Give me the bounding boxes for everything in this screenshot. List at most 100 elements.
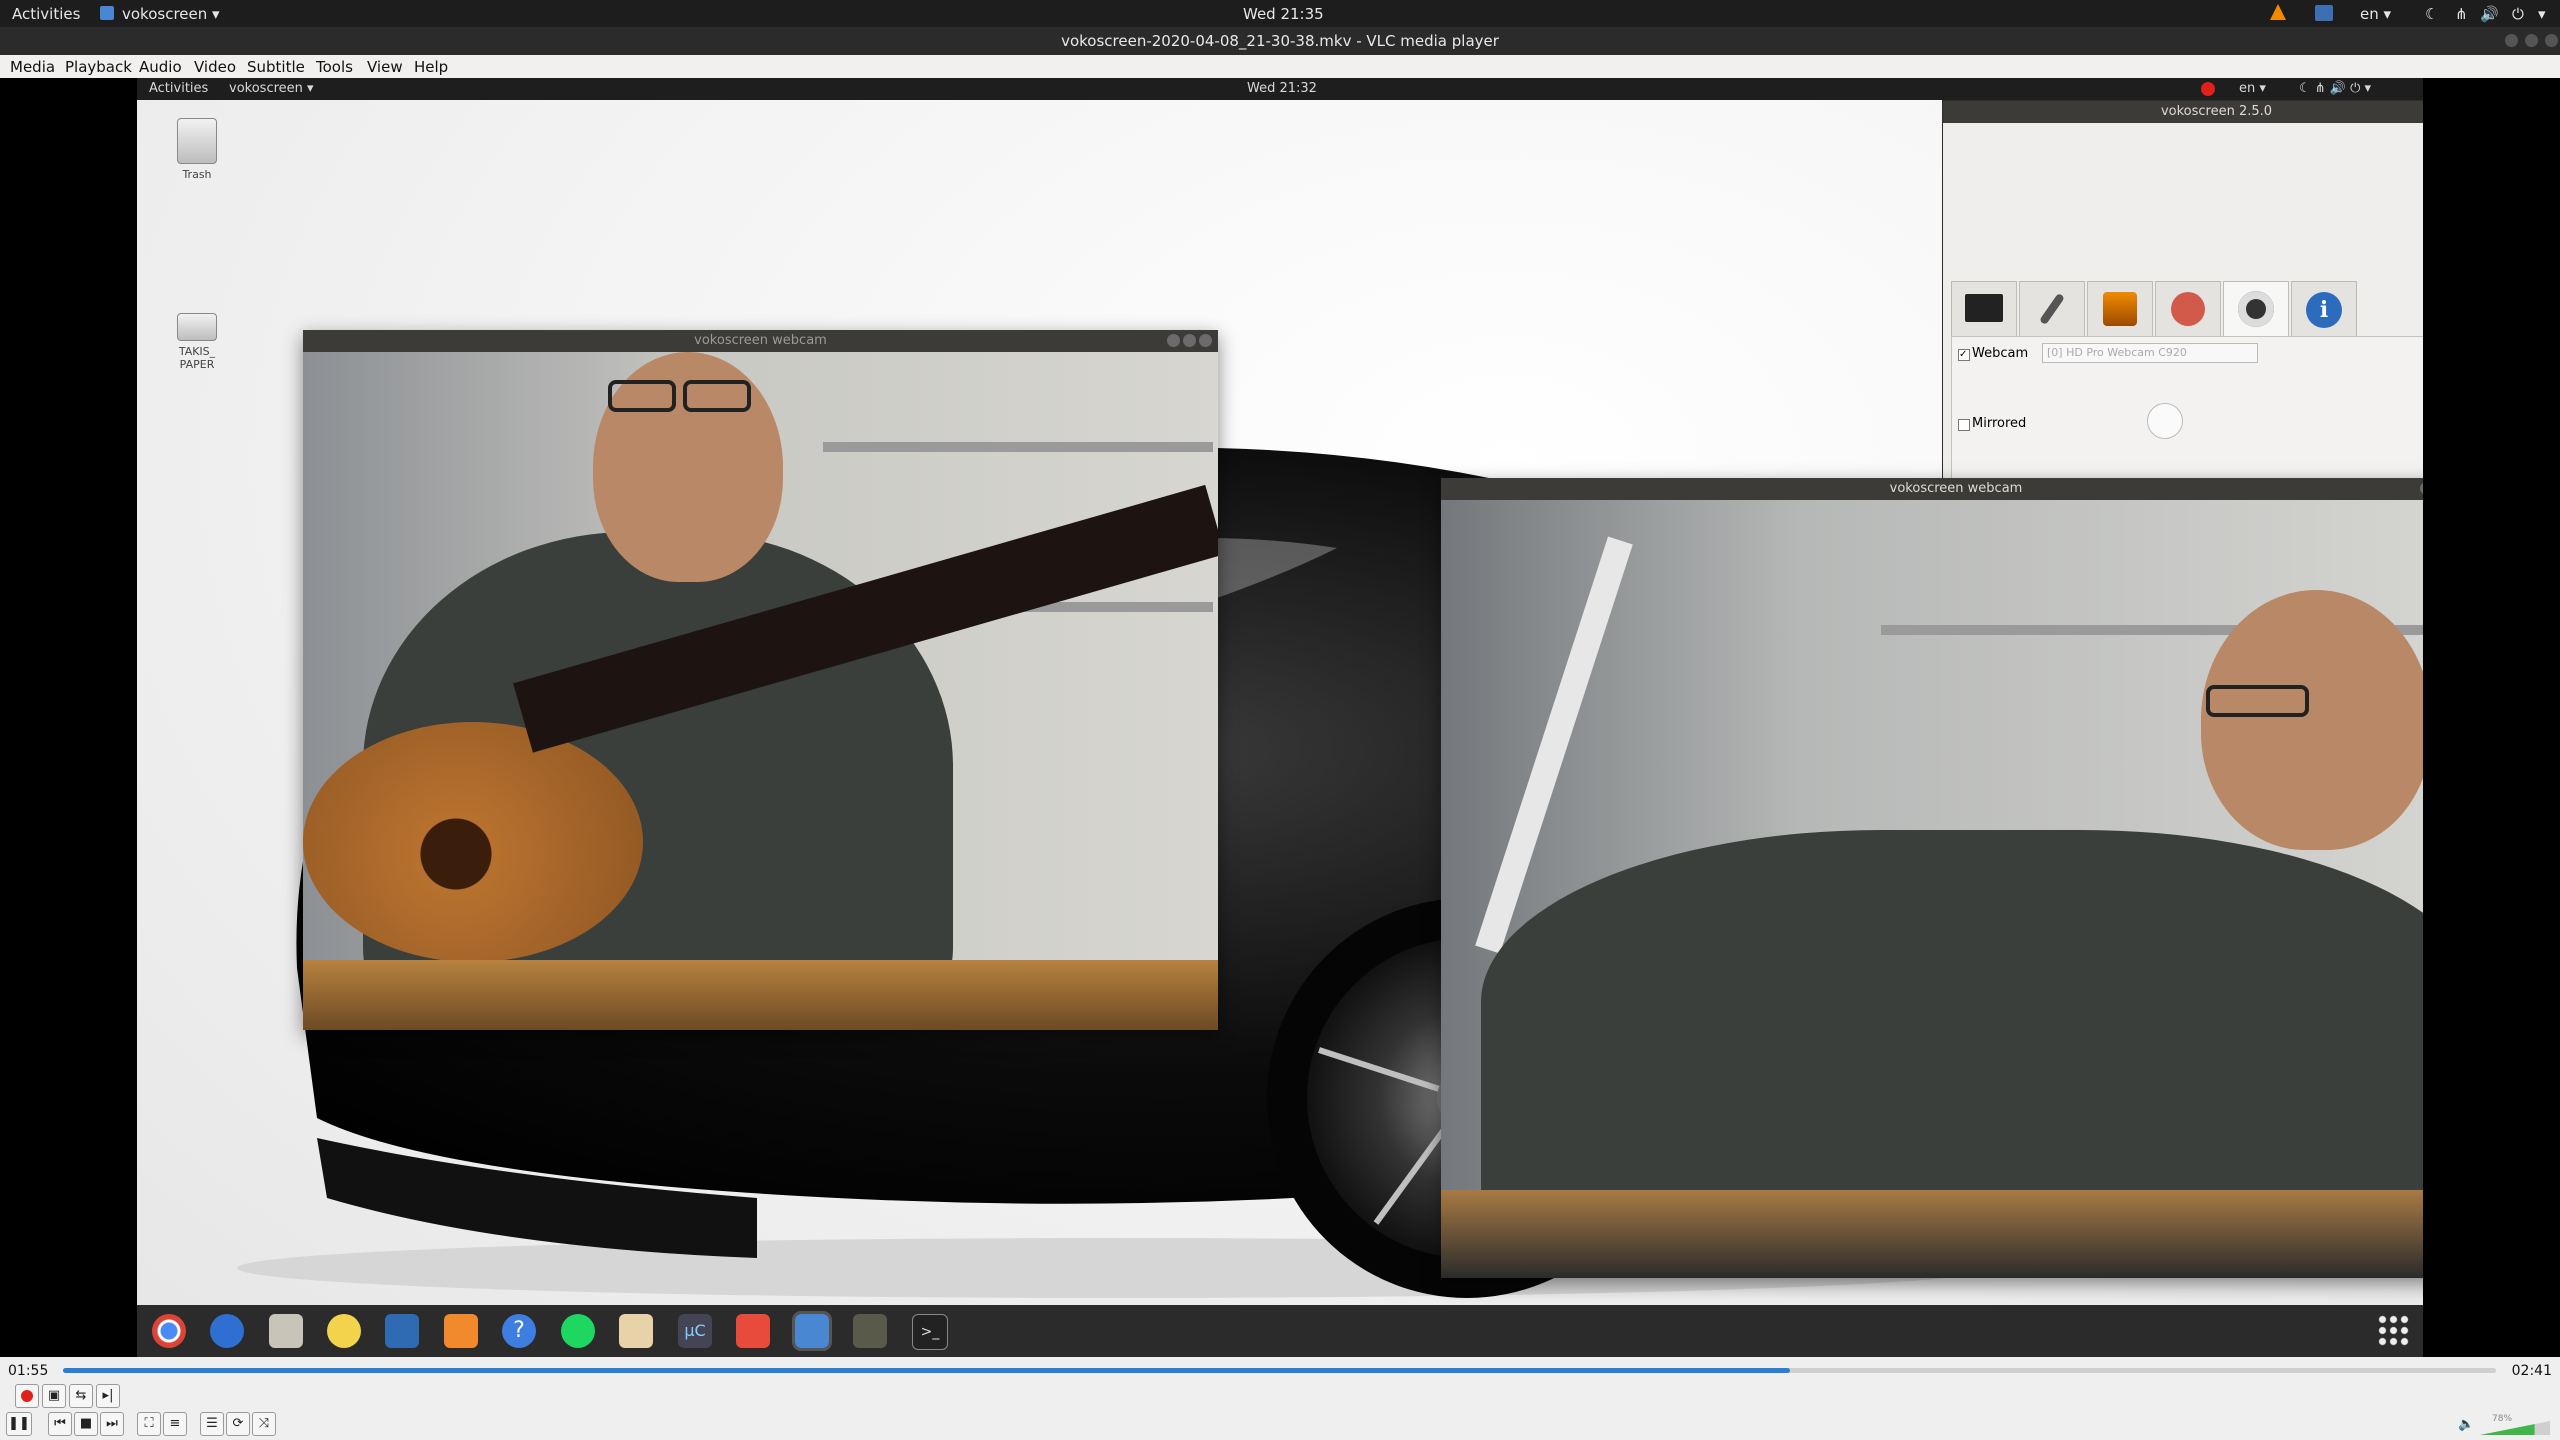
multimedia-icon — [2103, 292, 2137, 326]
camera-icon: ▣ — [47, 1388, 61, 1403]
info-icon: i — [2306, 292, 2342, 328]
vokoscreen-title: vokoscreen 2.5.0 — [2160, 104, 2273, 119]
tab-video[interactable] — [2087, 281, 2153, 336]
fullscreen-button[interactable]: ⛶ — [137, 1412, 161, 1436]
frame-step-icon: ▸| — [102, 1388, 114, 1403]
menu-audio[interactable]: Audio — [139, 58, 182, 76]
menu-help[interactable]: Help — [414, 58, 448, 76]
loop-ab-button[interactable]: ⇆ — [69, 1384, 93, 1408]
seek-bar[interactable] — [63, 1368, 2496, 1373]
menu-video[interactable]: Video — [194, 58, 236, 76]
video-area[interactable]: Activities vokoscreen ▾ Wed 21:32 en ▾ ☾… — [0, 78, 2560, 1357]
drive-icon — [177, 313, 217, 341]
vlc-tray-icon[interactable] — [2270, 4, 2286, 20]
terminal-icon: >_ — [912, 1314, 948, 1350]
loop-icon: ⟳ — [232, 1416, 244, 1431]
webcam-icon — [2238, 291, 2274, 327]
menu-playback[interactable]: Playback — [65, 58, 132, 76]
recorded-dock: ? µC >_ — [137, 1305, 2423, 1357]
vlc-titlebar: vokoscreen-2020-04-08_21-30-38.mkv - VLC… — [0, 27, 2560, 55]
recorded-topbar: Activities vokoscreen ▾ Wed 21:32 en ▾ ☾… — [137, 78, 2423, 100]
pause-button[interactable]: ❚❚ — [6, 1412, 32, 1436]
vokoscreen-tray-icon[interactable] — [2315, 5, 2333, 21]
volume-slider[interactable] — [2480, 1421, 2550, 1435]
record-icon — [21, 1389, 33, 1402]
pause-icon: ❚❚ — [8, 1416, 30, 1431]
glasses — [608, 380, 676, 412]
stop-button[interactable]: ■ — [74, 1412, 98, 1436]
volume-icon: 🔊 — [2480, 5, 2499, 23]
clock[interactable]: Wed 21:35 — [1243, 5, 1324, 23]
activities-button[interactable]: Activities — [12, 5, 80, 23]
close-icon[interactable] — [1199, 334, 1212, 347]
drive-label: TAKIS_ PAPER — [178, 345, 216, 371]
minimize-icon[interactable] — [2505, 34, 2518, 47]
close-icon[interactable] — [2545, 34, 2558, 47]
mirrored-checkbox[interactable] — [1958, 419, 1970, 431]
spotify-icon — [561, 1314, 595, 1348]
tab-screen[interactable] — [1951, 281, 2017, 336]
vokoscreen-titlebar: vokoscreen 2.5.0 — [1943, 101, 2423, 123]
language-indicator[interactable]: en ▾ — [2360, 5, 2391, 23]
webcam-device-select[interactable]: [0] HD Pro Webcam C920 — [2042, 343, 2258, 363]
tab-webcam[interactable] — [2223, 281, 2289, 338]
recorded-clock: Wed 21:32 — [1247, 81, 1317, 96]
vokoscreen-icon — [792, 1311, 832, 1351]
extended-settings-button[interactable]: ≡ — [163, 1412, 187, 1436]
shuffle-button[interactable]: ⤨ — [252, 1412, 276, 1436]
vlc-controls: 01:55 02:41 ▣ ⇆ ▸| ❚❚ ⏮ ■ ⏭ ⛶ ≡ ☰ ⟳ ⤨ 🔈 … — [0, 1357, 2560, 1440]
menu-tools[interactable]: Tools — [316, 58, 353, 76]
help-icon: ? — [502, 1314, 536, 1348]
menu-media[interactable]: Media — [10, 58, 55, 76]
menu-subtitle[interactable]: Subtitle — [247, 58, 305, 76]
webcam-window-large: vokoscreen webcam — [1441, 478, 2423, 1278]
webcam-window-small-titlebar: vokoscreen webcam — [303, 330, 1218, 352]
drive-desktop-icon[interactable]: TAKIS_ PAPER — [162, 313, 232, 371]
webcam-window-small-title: vokoscreen webcam — [694, 333, 827, 348]
equalizer-icon: ≡ — [169, 1416, 181, 1431]
previous-icon: ⏮ — [54, 1416, 66, 1431]
app-menu[interactable]: vokoscreen ▾ — [122, 5, 220, 23]
previous-button[interactable]: ⏮ — [48, 1412, 72, 1436]
webcam-checkbox[interactable]: ✓ — [1958, 349, 1970, 361]
playlist-button[interactable]: ☰ — [200, 1412, 224, 1436]
webcam-feed-guitar — [303, 352, 1218, 1030]
window-title: vokoscreen-2020-04-08_21-30-38.mkv - VLC… — [1061, 32, 1499, 50]
trash-icon — [177, 118, 217, 164]
glasses — [683, 380, 751, 412]
software-icon — [444, 1314, 478, 1348]
vokoscreen-app-icon — [100, 6, 114, 20]
shuffle-icon: ⤨ — [258, 1416, 270, 1431]
apps-grid-icon — [2377, 1314, 2411, 1348]
mu-icon: µC — [678, 1314, 712, 1348]
power-icon[interactable]: ⏻ — [2512, 5, 2524, 23]
snapshot-button[interactable]: ▣ — [42, 1384, 66, 1408]
webcam-panel: ✓ Webcam [0] HD Pro Webcam C920 Mirrored — [1951, 336, 2423, 488]
webcam-window-large-title: vokoscreen webcam — [1889, 481, 2023, 496]
speaker-icon[interactable]: 🔈 — [2458, 1417, 2474, 1432]
minimize-icon[interactable] — [2420, 482, 2423, 495]
webcam-window-small: vokoscreen webcam — [303, 330, 1218, 1030]
system-menu-chevron-icon[interactable]: ▾ — [2538, 5, 2546, 23]
next-icon: ⏭ — [106, 1416, 118, 1431]
frame-step-button[interactable]: ▸| — [96, 1384, 120, 1408]
gimp-icon — [853, 1314, 887, 1348]
files-icon — [269, 1314, 303, 1348]
webcam-window-large-titlebar: vokoscreen webcam — [1441, 478, 2423, 500]
rotate-dial[interactable] — [2147, 403, 2183, 439]
tab-audio[interactable] — [2019, 281, 2085, 336]
next-button[interactable]: ⏭ — [100, 1412, 124, 1436]
maximize-icon[interactable] — [1183, 334, 1196, 347]
tab-info[interactable]: i — [2291, 281, 2357, 336]
recorded-activities: Activities — [149, 81, 209, 96]
vokoscreen-main-window: vokoscreen 2.5.0 i ✓ Webcam [0] HD Pro W… — [1942, 100, 2423, 492]
maximize-icon[interactable] — [2525, 34, 2538, 47]
trash-desktop-icon[interactable]: Trash — [162, 118, 232, 181]
minimize-icon[interactable] — [1167, 334, 1180, 347]
night-light-icon: ☾ — [2425, 5, 2439, 23]
tab-settings[interactable] — [2155, 281, 2221, 336]
loop-button[interactable]: ⟳ — [226, 1412, 250, 1436]
tools-icon — [2171, 292, 2205, 326]
record-button[interactable] — [15, 1384, 39, 1408]
menu-view[interactable]: View — [367, 58, 403, 76]
